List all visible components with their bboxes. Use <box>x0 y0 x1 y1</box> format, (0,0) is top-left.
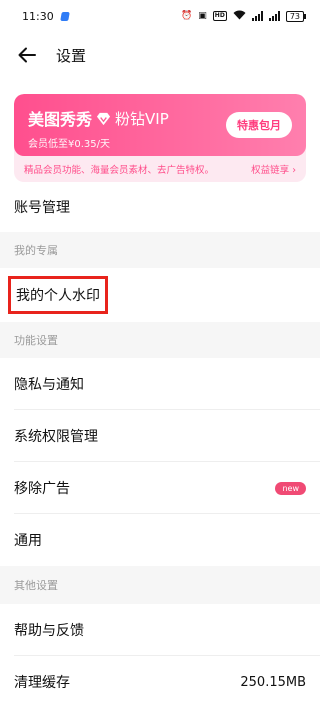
status-bar: 11:30 ⏰ ▣ HD 73 <box>0 0 320 32</box>
section-header-function: 功能设置 <box>0 322 320 358</box>
status-time: 11:30 <box>22 9 54 23</box>
alarm-icon: ⏰ <box>181 11 193 21</box>
settings-item-clear-cache[interactable]: 清理缓存 250.15MB <box>0 656 320 708</box>
back-button[interactable] <box>14 42 40 68</box>
settings-item-permissions[interactable]: 系统权限管理 <box>0 410 320 462</box>
wifi-icon <box>233 10 246 23</box>
top-nav: 设置 <box>0 32 320 78</box>
settings-item-account[interactable]: 账号管理 <box>0 182 320 232</box>
vip-benefits-link[interactable]: 权益链享 › <box>251 162 296 176</box>
signal-icon-1 <box>251 11 263 21</box>
settings-item-help[interactable]: 帮助与反馈 <box>0 604 320 656</box>
settings-item-privacy[interactable]: 隐私与通知 <box>0 358 320 410</box>
page-title: 设置 <box>56 46 87 65</box>
monthly-offer-button[interactable]: 特惠包月 <box>226 112 292 138</box>
section-header-exclusive: 我的专属 <box>0 232 320 268</box>
vip-benefits-bar[interactable]: 精品会员功能、海量会员素材、去广告特权。 权益链享 › <box>14 156 306 182</box>
vip-brand: 美图秀秀 <box>28 110 93 129</box>
settings-item-remove-ads[interactable]: 移除广告 new <box>0 462 320 514</box>
vip-banner[interactable]: 美图秀秀 粉钻VIP 会员低至¥0.35/天 特惠包月 <box>14 94 306 156</box>
new-badge: new <box>275 481 306 495</box>
battery-icon: 73 <box>285 10 307 22</box>
hd-icon: HD <box>212 11 227 21</box>
settings-item-label: 清理缓存 <box>14 675 70 691</box>
settings-item-general[interactable]: 通用 <box>0 514 320 566</box>
vip-benefits-text: 精品会员功能、海量会员素材、去广告特权。 <box>24 165 215 176</box>
settings-item-watermark[interactable]: 我的个人水印 <box>0 268 320 322</box>
settings-item-label: 通用 <box>14 533 42 549</box>
settings-item-label: 隐私与通知 <box>14 377 84 393</box>
app-notification-icon <box>59 11 70 21</box>
vip-card[interactable]: 美图秀秀 粉钻VIP 会员低至¥0.35/天 特惠包月 精品会员功能、海量会员素… <box>14 94 306 182</box>
back-arrow-icon <box>18 47 36 63</box>
vibrate-icon: ▣ <box>198 11 207 21</box>
section-header-other: 其他设置 <box>0 566 320 604</box>
cache-size-value: 250.15MB <box>240 674 306 690</box>
diamond-icon <box>96 112 111 125</box>
vip-tier: 粉钻VIP <box>115 109 169 128</box>
signal-icon-2 <box>268 11 280 21</box>
settings-item-label: 我的个人水印 <box>8 276 108 314</box>
settings-item-label: 移除广告 <box>14 481 70 497</box>
settings-item-label: 系统权限管理 <box>14 429 98 445</box>
settings-item-label: 账号管理 <box>14 200 70 216</box>
settings-item-label: 帮助与反馈 <box>14 623 84 639</box>
